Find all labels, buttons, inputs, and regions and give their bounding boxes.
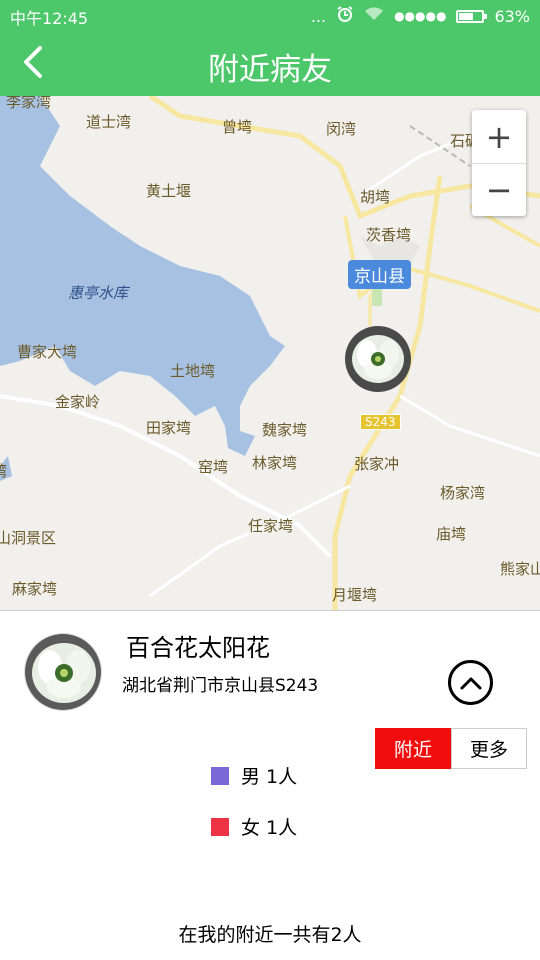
map-place: 金家岭 (55, 393, 101, 411)
map-place: 李家湾 (6, 96, 52, 111)
alarm-icon (336, 5, 354, 27)
map-place: 麻家塆 (12, 580, 58, 598)
status-bar: 中午12:45 ... ●●●●● 63% (0, 0, 540, 30)
zoom-in-button[interactable]: + (472, 110, 526, 163)
status-icons: ... ●●●●● 63% (311, 5, 530, 27)
nearby-count-summary: 在我的附近一共有2人 (178, 924, 362, 946)
user-address: 湖北省荆门市京山县S243 (122, 676, 319, 696)
map-place: 曾塆 (222, 118, 253, 136)
header: 附近病友 (0, 30, 540, 96)
legend-male: 男 1人 (211, 762, 297, 789)
map-view[interactable]: 李家湾 道士湾 曾塆 闵湾 石碾头湾 胡塆 黄土堰 茨香塆 惠亭水库 曹家大塆 … (0, 96, 540, 610)
map-place: 茨香塆 (366, 226, 412, 244)
zoom-out-button[interactable]: − (472, 163, 526, 216)
tab-more[interactable]: 更多 (451, 728, 527, 769)
collapse-button[interactable] (448, 660, 493, 705)
female-color-swatch (211, 817, 229, 836)
map-place: 窑塆 (198, 458, 229, 476)
battery-fill (459, 12, 474, 20)
flower-photo-icon (345, 326, 411, 392)
user-info-panel: 百合花太阳花 湖北省荆门市京山县S243 附近 更多 男 1人 女 1人 在我的… (0, 610, 540, 960)
battery-icon (456, 9, 488, 23)
county-label: 京山县 (348, 260, 411, 289)
map-place: 胡塆 (360, 188, 391, 206)
map-place: 道士湾 (86, 113, 132, 131)
flower-photo-icon (25, 634, 101, 710)
legend-male-label: 男 1人 (241, 766, 298, 788)
tab-nearby[interactable]: 附近 (375, 728, 451, 769)
map-place-lake: 惠亭水库 (68, 284, 129, 302)
notification-dots: ... (310, 6, 327, 26)
map-place: 庙塆 (436, 525, 467, 543)
map-place: 杨家湾 (440, 484, 486, 502)
map-user-marker[interactable] (345, 326, 411, 392)
map-place: 张家冲 (354, 455, 400, 473)
map-place: 田家塆 (146, 419, 192, 437)
legend-female-label: 女 1人 (241, 817, 298, 839)
avatar[interactable] (24, 633, 102, 711)
map-place: 闵湾 (326, 120, 357, 138)
map-place: 曹家大塆 (17, 343, 78, 361)
map-place: 熊家山 (500, 560, 540, 578)
zoom-control: + − (472, 110, 526, 216)
chevron-up-icon (460, 677, 481, 689)
map-place: 林家塆 (252, 454, 298, 472)
road-sign: S243 (360, 414, 401, 430)
map-place: 塆 (0, 460, 7, 481)
map-place: 土地塆 (170, 362, 216, 380)
battery-percent: 63% (494, 6, 530, 26)
map-place: 月堰塆 (332, 586, 378, 604)
map-place: 魏家塆 (262, 421, 308, 439)
wifi-icon (364, 6, 384, 26)
map-place: 黄土堰 (146, 182, 192, 200)
male-color-swatch (211, 766, 229, 785)
map-place: 山洞景区 (0, 529, 57, 547)
page-title: 附近病友 (208, 52, 332, 88)
filter-tabs: 附近 更多 (375, 728, 527, 769)
status-time: 中午12:45 (10, 9, 89, 28)
user-name: 百合花太阳花 (126, 634, 270, 662)
map-place: 任家塆 (248, 517, 294, 535)
signal-icon: ●●●●● (394, 9, 447, 23)
legend-female: 女 1人 (211, 813, 297, 840)
